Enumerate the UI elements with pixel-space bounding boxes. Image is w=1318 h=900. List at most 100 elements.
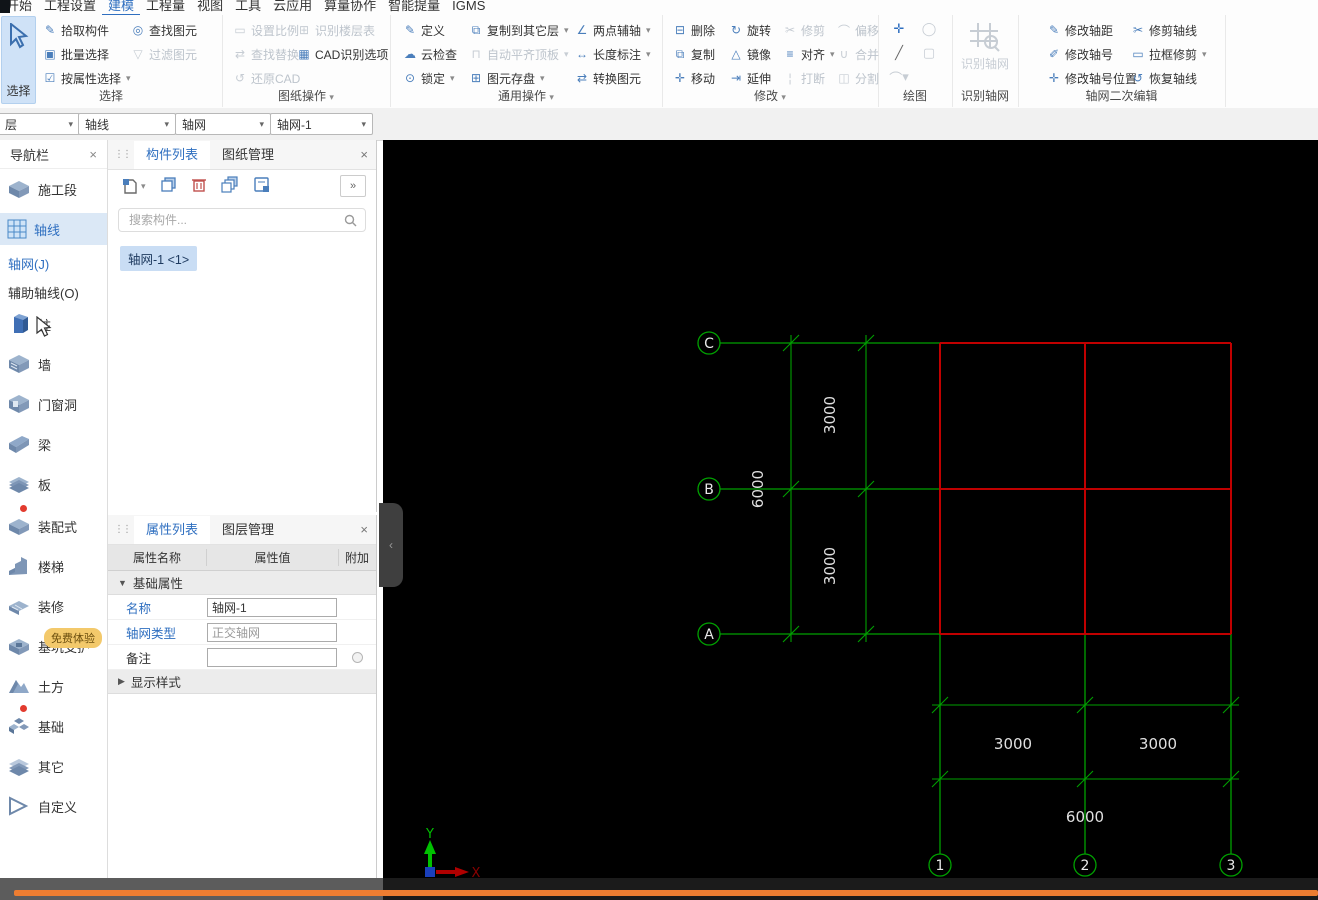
copy-component-button[interactable] — [160, 176, 177, 196]
horizontal-scrollbar-thumb[interactable] — [14, 890, 1318, 896]
copy-to-other-floor-button[interactable]: ⧉ 复制到其它层 ▾ — [466, 18, 572, 42]
group-label-modify[interactable]: 修改 ▾ — [662, 87, 878, 104]
sidebar-item-door-window[interactable]: 门窗洞 — [0, 388, 107, 420]
component-save-button[interactable] — [253, 176, 270, 196]
sidebar-item-slab[interactable]: 板 — [0, 468, 107, 500]
filter-element-icon: ▽ — [133, 47, 143, 61]
menu-igms[interactable]: IGMS — [446, 0, 491, 14]
type-combo[interactable]: 轴网 ▾ — [175, 113, 271, 135]
panel-drag-handle[interactable]: ⋮⋮ — [114, 524, 132, 535]
menu-cloud-apps[interactable]: 云应用 — [267, 0, 318, 14]
cloud-check-button[interactable]: ☁ 云检查 — [400, 42, 460, 66]
panel-close-icon[interactable]: × — [360, 147, 368, 162]
group-label-drawing-ops[interactable]: 图纸操作 ▾ — [222, 87, 390, 104]
category-combo[interactable]: 轴线 ▾ — [78, 113, 176, 135]
align-button[interactable]: ≡ 对齐 ▾ — [780, 42, 838, 66]
length-dimension-button[interactable]: ↔ 长度标注 ▾ — [572, 42, 654, 66]
offset-button: ⌒ 偏移 — [837, 23, 880, 38]
group-label-general-ops[interactable]: 通用操作 ▾ — [390, 87, 662, 104]
menu-smart-quantity[interactable]: 智能提量 — [382, 0, 446, 14]
trim-axis-icon: ✂ — [1132, 23, 1144, 37]
axis-grid-icon — [7, 219, 27, 239]
panel-close-icon[interactable]: × — [360, 522, 368, 537]
define-button[interactable]: ✎ 定义 — [400, 18, 460, 42]
delete-button[interactable]: ⊟ 删除 — [670, 18, 718, 42]
menu-view[interactable]: 视图 — [191, 0, 229, 14]
grid-type-label: 轴网类型 — [126, 626, 177, 641]
sidebar-close-icon[interactable]: × — [89, 147, 97, 162]
interlayer-copy-button[interactable] — [220, 176, 239, 196]
sidebar-item-stairs[interactable]: 楼梯 — [0, 550, 107, 582]
line-tool-button[interactable]: ╱ — [888, 42, 910, 64]
length-dimension-icon: ↔ — [576, 47, 588, 61]
panel-collapse-handle[interactable]: ‹ — [379, 503, 403, 587]
red-grid-lines[interactable] — [939, 342, 1232, 635]
trim-axis-button[interactable]: ✂ 修剪轴线 — [1128, 18, 1210, 42]
box-trim-button[interactable]: ▭ 拉框修剪 ▾ — [1128, 42, 1210, 66]
find-element-button[interactable]: ◎ 查找图元 — [128, 18, 200, 42]
tab-drawing-management[interactable]: 图纸管理 — [210, 141, 286, 169]
arc-tool-button: ⌒ ▾ — [888, 66, 910, 88]
sidebar-link-grid[interactable]: 轴网(J) — [8, 254, 49, 273]
point-tool-button[interactable]: ✛ — [888, 18, 910, 40]
y-axis-label: Y — [425, 827, 434, 842]
break-icon: ¦ — [788, 71, 792, 85]
copy-button[interactable]: ⧉ 复制 — [670, 42, 718, 66]
sidebar-item-earthwork[interactable]: 土方 — [0, 670, 107, 702]
sidebar-item-column[interactable]: 柱 — [0, 308, 107, 340]
component-combo[interactable]: 轴网-1 ▾ — [270, 113, 373, 135]
new-component-button[interactable]: ▾ — [122, 178, 146, 195]
component-search-input[interactable] — [127, 212, 344, 228]
menu-project-settings[interactable]: 工程设置 — [38, 0, 102, 14]
sidebar-item-custom[interactable]: 自定义 — [0, 790, 107, 822]
toolbar-more-button[interactable]: » — [340, 175, 366, 197]
align-icon: ≡ — [786, 47, 794, 61]
menu-quantity[interactable]: 工程量 — [140, 0, 191, 14]
x-axis-label: X — [472, 866, 481, 878]
trim-icon: ✂ — [784, 23, 796, 37]
recognize-grid-icon — [970, 23, 1000, 52]
batch-select-button[interactable]: ▣ 批量选择 — [40, 42, 134, 66]
sidebar-item-decoration[interactable]: 装修 — [0, 590, 107, 622]
extend-icon: ⇥ — [730, 71, 742, 85]
define-icon: ✎ — [404, 23, 416, 37]
rotate-button[interactable]: ↻ 旋转 — [726, 18, 774, 42]
section-basic-properties[interactable]: ▼ 基础属性 — [108, 571, 376, 595]
section-display-style[interactable]: ▶ 显示样式 — [108, 670, 376, 694]
tab-property-list[interactable]: 属性列表 — [134, 515, 211, 544]
floor-combo[interactable]: 层 ▾ — [0, 113, 80, 135]
sidebar-item-other[interactable]: 其它 — [0, 750, 107, 782]
modify-axis-spacing-button[interactable]: ✎ 修改轴距 — [1044, 18, 1140, 42]
panel-drag-handle[interactable]: ⋮⋮ — [114, 149, 132, 160]
sidebar-item-wall[interactable]: 墙 — [0, 348, 107, 380]
mirror-button[interactable]: △ 镜像 — [726, 42, 774, 66]
arc-tool-icon: ⌒ — [889, 70, 903, 86]
delete-component-button[interactable] — [191, 176, 207, 196]
sidebar-link-aux-axis[interactable]: 辅助轴线(O) — [8, 283, 79, 302]
free-trial-badge[interactable]: 免费体验 — [44, 628, 102, 648]
rotate-icon: ↻ — [730, 23, 742, 37]
sidebar-item-beam[interactable]: 梁 — [0, 428, 107, 460]
cad-recognition-options-button[interactable]: ▦ CAD识别选项 — [294, 42, 391, 66]
menu-collaboration[interactable]: 算量协作 — [318, 0, 382, 14]
dropdown-arrow-icon: ▾ — [126, 72, 131, 83]
attach-radio[interactable] — [351, 651, 363, 663]
tab-layer-management[interactable]: 图层管理 — [210, 516, 286, 544]
context-combo-bar: 层 ▾ 轴线 ▾ 轴网 ▾ 轴网-1 ▾ — [0, 108, 1318, 141]
sidebar-item-foundation[interactable]: 基础 — [0, 710, 107, 742]
sidebar-item-prefab[interactable]: 装配式 — [0, 510, 107, 542]
sidebar-item-axis-line[interactable]: 轴线 — [0, 213, 107, 245]
green-axis-lines[interactable] — [720, 342, 1232, 854]
drawing-canvas[interactable]: C B A 1 2 3 3000 6000 3000 3000 3000 600… — [383, 140, 1318, 881]
tab-component-list[interactable]: 构件列表 — [134, 140, 211, 169]
modify-axis-number-button[interactable]: ✐ 修改轴号 — [1044, 42, 1140, 66]
chevron-down-icon: ▾ — [164, 118, 169, 129]
component-list-item-grid-1[interactable]: 轴网-1 <1> — [120, 246, 198, 271]
menu-tools[interactable]: 工具 — [229, 0, 267, 14]
two-point-aux-axis-button[interactable]: ∠ 两点辅轴 ▾ — [572, 18, 654, 42]
menu-modeling[interactable]: 建模 — [102, 0, 141, 16]
sidebar-item-construction-section[interactable]: 施工段 — [0, 173, 107, 205]
pick-component-button[interactable]: ✎ 拾取构件 — [40, 18, 134, 42]
remark-input[interactable] — [207, 647, 337, 667]
property-name-input[interactable] — [207, 597, 337, 617]
